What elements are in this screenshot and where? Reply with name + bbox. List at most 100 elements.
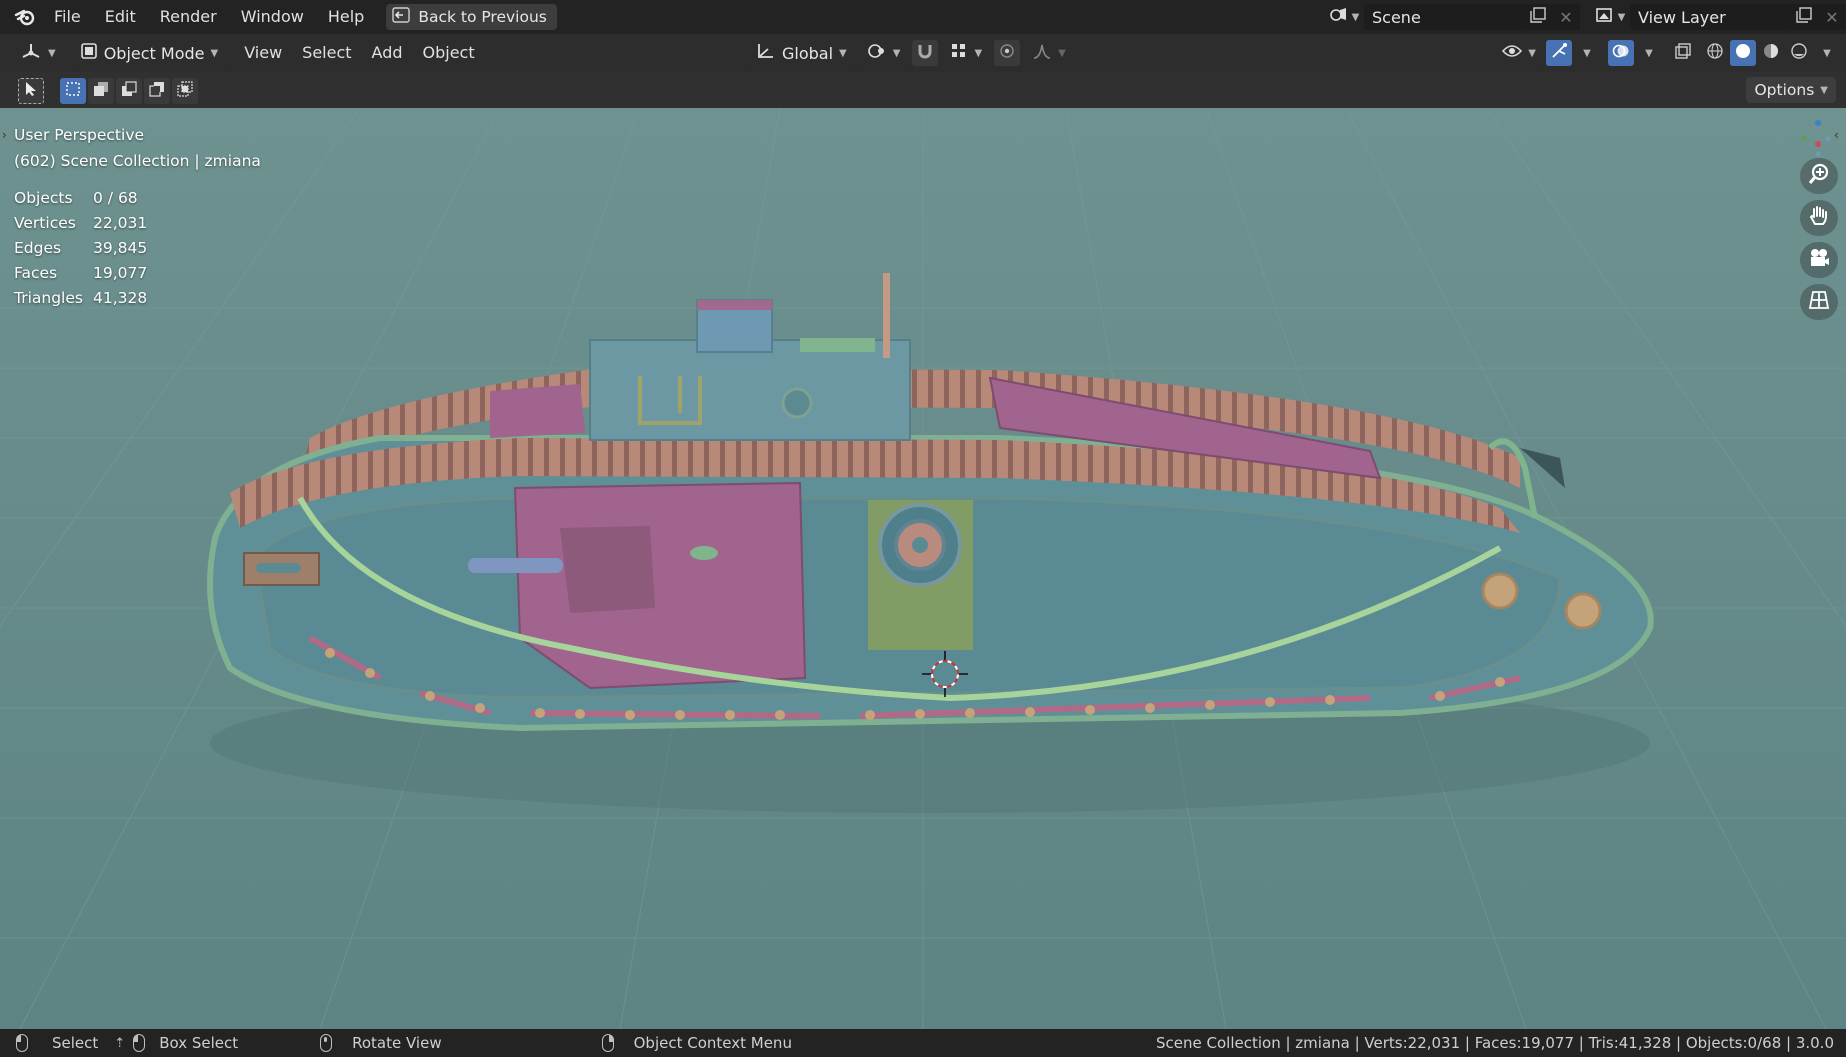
- object-mode-label: Object Mode: [103, 43, 205, 63]
- viewport-navigation-buttons: [1800, 158, 1838, 320]
- proportional-edit-toggle[interactable]: [994, 40, 1021, 66]
- select-invert-icon: [149, 81, 165, 101]
- camera-view-button[interactable]: [1800, 242, 1838, 278]
- shading-wireframe-button[interactable]: [1702, 40, 1728, 66]
- zoom-button[interactable]: [1800, 158, 1838, 194]
- shading-rendered-button[interactable]: [1786, 40, 1812, 66]
- status-bar: Select ⇡ Box Select Rotate View Object C…: [0, 1029, 1846, 1057]
- tool-options-bar: Options ▼: [0, 72, 1846, 108]
- pivot-icon: [867, 42, 887, 64]
- pivot-point-dropdown[interactable]: ▼: [858, 39, 909, 67]
- snap-target-dropdown[interactable]: ▼: [942, 39, 991, 67]
- shading-solid-button[interactable]: [1730, 40, 1756, 66]
- tank-sponson: [513, 481, 807, 690]
- view-layer-name-field[interactable]: View Layer: [1630, 4, 1790, 30]
- toolbar-expand-arrow[interactable]: ›: [2, 128, 12, 144]
- select-mode-extend-button[interactable]: [88, 78, 114, 104]
- status-rotate-view-label: Rotate View: [352, 1034, 442, 1052]
- stat-row: Faces 19,077: [14, 261, 147, 286]
- menu-render[interactable]: Render: [148, 0, 229, 34]
- proportional-edit-icon: [998, 42, 1016, 64]
- new-scene-button[interactable]: [1524, 4, 1552, 30]
- mouse-left-icon: [16, 1034, 28, 1052]
- select-mode-intersect-button[interactable]: [172, 78, 198, 104]
- back-to-previous-label: Back to Previous: [418, 8, 547, 26]
- mouse-drag-icon: ⇡: [114, 1035, 126, 1051]
- stat-row: Vertices 22,031: [14, 211, 147, 236]
- status-hint-context-menu: Object Context Menu: [601, 1034, 792, 1052]
- falloff-dropdown[interactable]: ▼: [1024, 39, 1074, 67]
- chevron-down-icon: ▼: [1351, 11, 1360, 23]
- select-extend-icon: [93, 81, 109, 101]
- select-intersect-icon: [177, 81, 193, 101]
- menu-edit[interactable]: Edit: [93, 0, 148, 34]
- navigation-gizmo[interactable]: [1798, 118, 1832, 158]
- blender-logo-icon[interactable]: [8, 0, 42, 34]
- view-layer-icon: [1595, 6, 1615, 28]
- status-hint-select: Select: [16, 1034, 98, 1052]
- stat-row: Objects 0 / 68: [14, 186, 147, 211]
- editor-type-button[interactable]: ▼: [12, 39, 64, 67]
- camera-icon: [1807, 246, 1831, 274]
- duplicate-icon: [1530, 7, 1546, 27]
- status-box-select-label: Box Select: [159, 1034, 239, 1052]
- menu-help[interactable]: Help: [316, 0, 376, 34]
- delete-view-layer-button[interactable]: ✕: [1818, 4, 1846, 30]
- object-mode-dropdown[interactable]: Object Mode ▼: [71, 39, 227, 67]
- xray-toggle[interactable]: [1670, 40, 1696, 66]
- back-to-previous-button[interactable]: Back to Previous: [386, 4, 557, 30]
- menu-object[interactable]: Object: [413, 34, 485, 72]
- hand-pan-icon: [1807, 204, 1831, 232]
- shading-material-button[interactable]: [1758, 40, 1784, 66]
- stat-label: Faces: [14, 264, 58, 282]
- falloff-curve-icon: [1032, 42, 1052, 64]
- snap-toggle[interactable]: [912, 40, 939, 66]
- select-mode-new-button[interactable]: [60, 78, 86, 104]
- options-dropdown[interactable]: Options ▼: [1746, 77, 1836, 103]
- scene-browse-button[interactable]: ▼: [1324, 4, 1364, 30]
- scene-name-field[interactable]: Scene: [1364, 4, 1524, 30]
- transform-orientation-dropdown[interactable]: Global ▼: [748, 39, 855, 67]
- sidebar-expand-arrow[interactable]: ‹: [1834, 128, 1844, 144]
- chevron-down-icon: ▼: [210, 47, 219, 59]
- pan-button[interactable]: [1800, 200, 1838, 236]
- stat-label: Vertices: [14, 214, 76, 232]
- view-layer-browse-button[interactable]: ▼: [1590, 4, 1630, 30]
- overlays-toggle[interactable]: [1608, 40, 1634, 66]
- new-view-layer-button[interactable]: [1790, 4, 1818, 30]
- chevron-down-icon: ▼: [1617, 11, 1626, 23]
- chevron-down-icon: ▼: [1583, 47, 1591, 59]
- status-hint-rotate: Rotate View: [320, 1034, 442, 1052]
- select-tool-button[interactable]: [18, 78, 44, 104]
- stat-label: Edges: [14, 239, 62, 257]
- stat-value: 41,328: [93, 289, 148, 307]
- select-mode-subtract-button[interactable]: [116, 78, 142, 104]
- menu-file[interactable]: File: [42, 0, 93, 34]
- chevron-down-icon: ▼: [1528, 47, 1536, 59]
- overlays-dropdown[interactable]: ▼: [1636, 40, 1662, 66]
- duplicate-icon: [1796, 7, 1812, 27]
- menu-window[interactable]: Window: [229, 0, 316, 34]
- select-mode-invert-button[interactable]: [144, 78, 170, 104]
- menu-add[interactable]: Add: [362, 34, 413, 72]
- 3d-viewport[interactable]: › ‹ User Perspective (602) Scene Collect…: [0, 108, 1846, 1029]
- select-subtract-icon: [121, 81, 137, 101]
- chevron-down-icon: ▼: [1820, 84, 1828, 96]
- gizmo-dropdown[interactable]: ▼: [1574, 40, 1600, 66]
- menu-view[interactable]: View: [234, 34, 292, 72]
- stat-value: 39,845: [93, 239, 148, 257]
- top-menu-bar: File Edit Render Window Help Back to Pre…: [0, 0, 1846, 34]
- chevron-down-icon: ▼: [1058, 47, 1066, 59]
- orientation-label: Global: [782, 43, 834, 63]
- stat-row: Edges 39,845: [14, 236, 147, 261]
- shading-dropdown[interactable]: ▼: [1814, 40, 1840, 66]
- ortho-toggle-button[interactable]: [1800, 284, 1838, 320]
- gizmo-toggle[interactable]: [1546, 40, 1572, 66]
- sponson-gun-barrel: [468, 558, 563, 573]
- menu-select[interactable]: Select: [292, 34, 361, 72]
- solid-sphere-icon: [1734, 42, 1752, 64]
- delete-scene-button[interactable]: ✕: [1552, 4, 1580, 30]
- chevron-down-icon: ▼: [48, 47, 56, 59]
- visibility-dropdown[interactable]: ▼: [1494, 39, 1544, 67]
- chevron-down-icon: ▼: [839, 47, 847, 59]
